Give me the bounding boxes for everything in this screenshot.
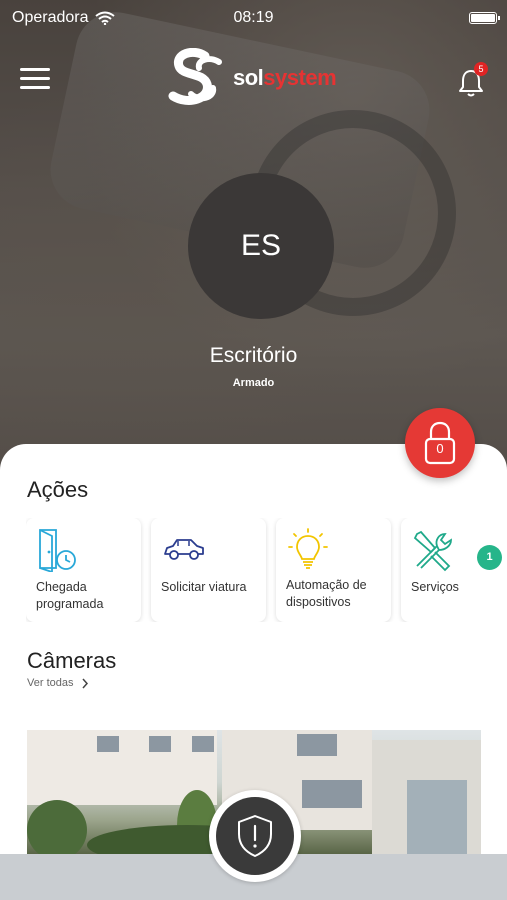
battery-icon — [469, 12, 500, 24]
status-bar: Operadora 08:19 — [0, 0, 507, 36]
logo-word-sol: sol — [233, 65, 264, 90]
window-shape — [302, 780, 362, 808]
actions-carousel[interactable]: Chegada programada Solicitar viatura Aut… — [26, 518, 507, 622]
action-label: Chegada programada — [36, 580, 104, 611]
window-shape — [97, 736, 119, 752]
solsystem-logo-icon — [168, 48, 222, 105]
see-all-label: Ver todas — [27, 677, 74, 689]
solsystem-logo: solsystem — [163, 48, 347, 108]
car-icon — [164, 539, 204, 560]
action-label: Solicitar viatura — [161, 580, 247, 594]
chevron-right-icon — [82, 678, 89, 688]
action-label: Serviços — [411, 580, 459, 594]
window-shape — [297, 734, 337, 756]
lock-count: 0 — [436, 441, 444, 456]
action-card-device-automation[interactable]: Automação de dispositivos — [276, 518, 391, 622]
logo-wordmark: solsystem — [233, 65, 337, 91]
panic-button[interactable] — [216, 797, 294, 875]
action-card-scheduled-arrival[interactable]: Chegada programada — [26, 518, 141, 622]
status-time: 08:19 — [233, 9, 274, 26]
wifi-icon — [94, 11, 115, 25]
hamburger-menu-icon[interactable] — [20, 68, 50, 90]
actions-title: Ações — [27, 477, 89, 502]
see-all-cameras-link[interactable]: Ver todas — [27, 677, 89, 689]
tools-icon — [413, 530, 452, 572]
window-shape — [192, 736, 214, 752]
notification-count-badge: 5 — [474, 62, 488, 76]
action-label: Automação de dispositivos — [286, 578, 367, 609]
logo-word-system: system — [263, 65, 337, 90]
tree-shape — [27, 800, 87, 860]
notifications-button[interactable]: 5 — [457, 62, 488, 98]
window-shape — [407, 780, 467, 860]
lightbulb-icon — [288, 528, 328, 569]
action-card-services[interactable]: Serviços — [401, 518, 507, 622]
carrier-group: Operadora — [12, 9, 115, 27]
action-card-request-vehicle[interactable]: Solicitar viatura — [151, 518, 266, 622]
services-badge: 1 — [477, 545, 502, 570]
site-status: Armado — [232, 377, 275, 389]
carrier-name: Operadora — [12, 9, 89, 26]
cameras-title: Câmeras — [27, 648, 117, 673]
site-name: Escritório — [209, 344, 298, 367]
site-avatar[interactable]: ES — [188, 173, 334, 319]
shield-alert-icon — [238, 815, 272, 857]
door-clock-icon — [39, 529, 76, 572]
lock-button[interactable]: 0 — [405, 408, 475, 478]
window-shape — [149, 736, 171, 752]
